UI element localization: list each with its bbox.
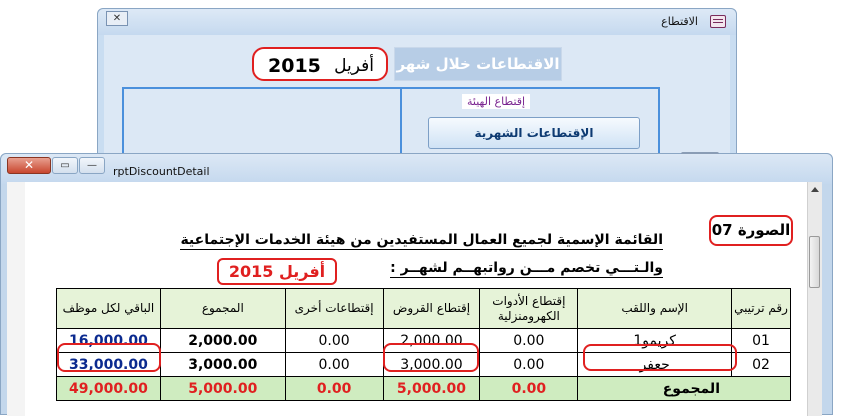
cell-remaining: 16,000.00 [56,328,161,353]
col-header-remaining: الباقي لكل موظف [56,288,161,329]
table-row[interactable]: 33,000.00 3,000.00 0.00 3,000.00 0.00 جع… [56,352,791,377]
report-viewer: الصورة 07 القائمة الإسمية لجميع العمال ا… [7,182,822,416]
report-month: أفريل 2015 [217,258,337,285]
deductions-table: الباقي لكل موظف المجموع إقتطاعات أخرى إق… [56,288,791,401]
col-header-number: رقم ترتيبي [731,288,791,329]
monthly-deductions-button[interactable]: الإقتطاعات الشهرية [428,117,640,149]
cell-number: 01 [731,328,791,353]
scroll-thumb[interactable] [809,236,820,288]
cell-number: 02 [731,352,791,377]
scroll-up-icon[interactable] [811,187,819,192]
cell-name: جعفر [577,352,733,377]
month-year: 2015 [268,55,321,77]
report-title: القائمة الإسمية لجميع العمال المستفيدين … [180,232,663,250]
cell-other: 0.00 [284,352,384,377]
cell-appliances: 0.00 [479,352,579,377]
minimize-icon[interactable]: — [79,157,105,174]
cell-name: كريمو1 [577,328,733,353]
table-row[interactable]: 16,000.00 2,000.00 0.00 2,000.00 0.00 كر… [56,328,791,353]
total-remaining: 49,000.00 [56,376,161,401]
table-header-row: الباقي لكل موظف المجموع إقتطاعات أخرى إق… [56,288,791,329]
cell-remaining: 33,000.00 [56,352,161,377]
report-window-title: rptDiscountDetail [113,165,210,178]
background-window-title: الاقتطاع [661,15,698,28]
total-loans: 5,000.00 [382,376,481,401]
col-header-other: إقتطاعات أخرى [284,288,384,329]
total-label: المجموع [577,376,791,401]
col-header-appliances: إقتطاع الأدوات الكهرومنزلية [479,288,579,329]
report-window: ✕ ▭ — rptDiscountDetail الصورة 07 القائم… [0,152,833,416]
app-form-icon[interactable] [710,15,726,28]
close-icon[interactable]: ✕ [106,11,128,26]
close-icon[interactable]: ✕ [7,157,51,174]
col-header-loans: إقتطاع القروض [382,288,481,329]
background-window-titlebar[interactable]: ✕ الاقتطاع [98,9,736,35]
total-total: 5,000.00 [159,376,286,401]
restore-icon[interactable]: ▭ [52,157,78,174]
month-name: أفريل [334,56,374,76]
report-window-titlebar[interactable]: ✕ ▭ — rptDiscountDetail [1,154,832,184]
vertical-scrollbar[interactable] [807,182,822,416]
month-selector[interactable]: 2015 أفريل [252,47,388,81]
total-appliances: 0.00 [479,376,579,401]
frame-label: إقتطاع الهيئة [462,94,531,109]
col-header-name: الإسم واللقب [577,288,733,329]
cell-loans: 2,000.00 [382,328,481,353]
cell-appliances: 0.00 [479,328,579,353]
report-subtitle: والـتـــي تخصم مـــن رواتبهــم لشهــر : [390,260,663,278]
cell-total: 3,000.00 [159,352,286,377]
col-header-total: المجموع [159,288,286,329]
cell-total: 2,000.00 [159,328,286,353]
cell-other: 0.00 [284,328,384,353]
report-page: الصورة 07 القائمة الإسمية لجميع العمال ا… [25,182,807,416]
cell-loans: 3,000.00 [382,352,481,377]
table-total-row: 49,000.00 5,000.00 0.00 5,000.00 0.00 ال… [56,376,791,401]
deductions-heading: الاقتطاعات خلال شهر [394,47,562,81]
total-other: 0.00 [284,376,384,401]
picture-label: الصورة 07 [709,215,793,246]
